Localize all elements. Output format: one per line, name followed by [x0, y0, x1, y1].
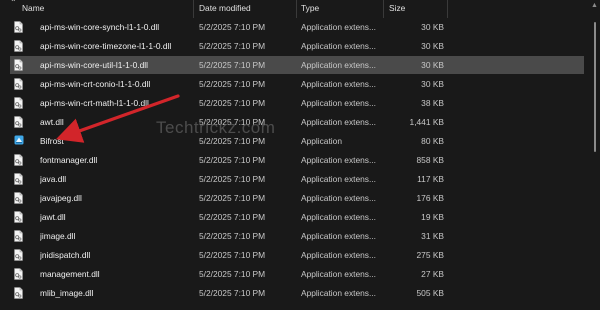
scroll-up-arrow-icon[interactable]: ▲: [591, 2, 598, 9]
vertical-scrollbar[interactable]: ▲: [590, 0, 600, 310]
red-arrow-annotation: [55, 94, 180, 143]
scrollbar-thumb[interactable]: [594, 22, 596, 152]
